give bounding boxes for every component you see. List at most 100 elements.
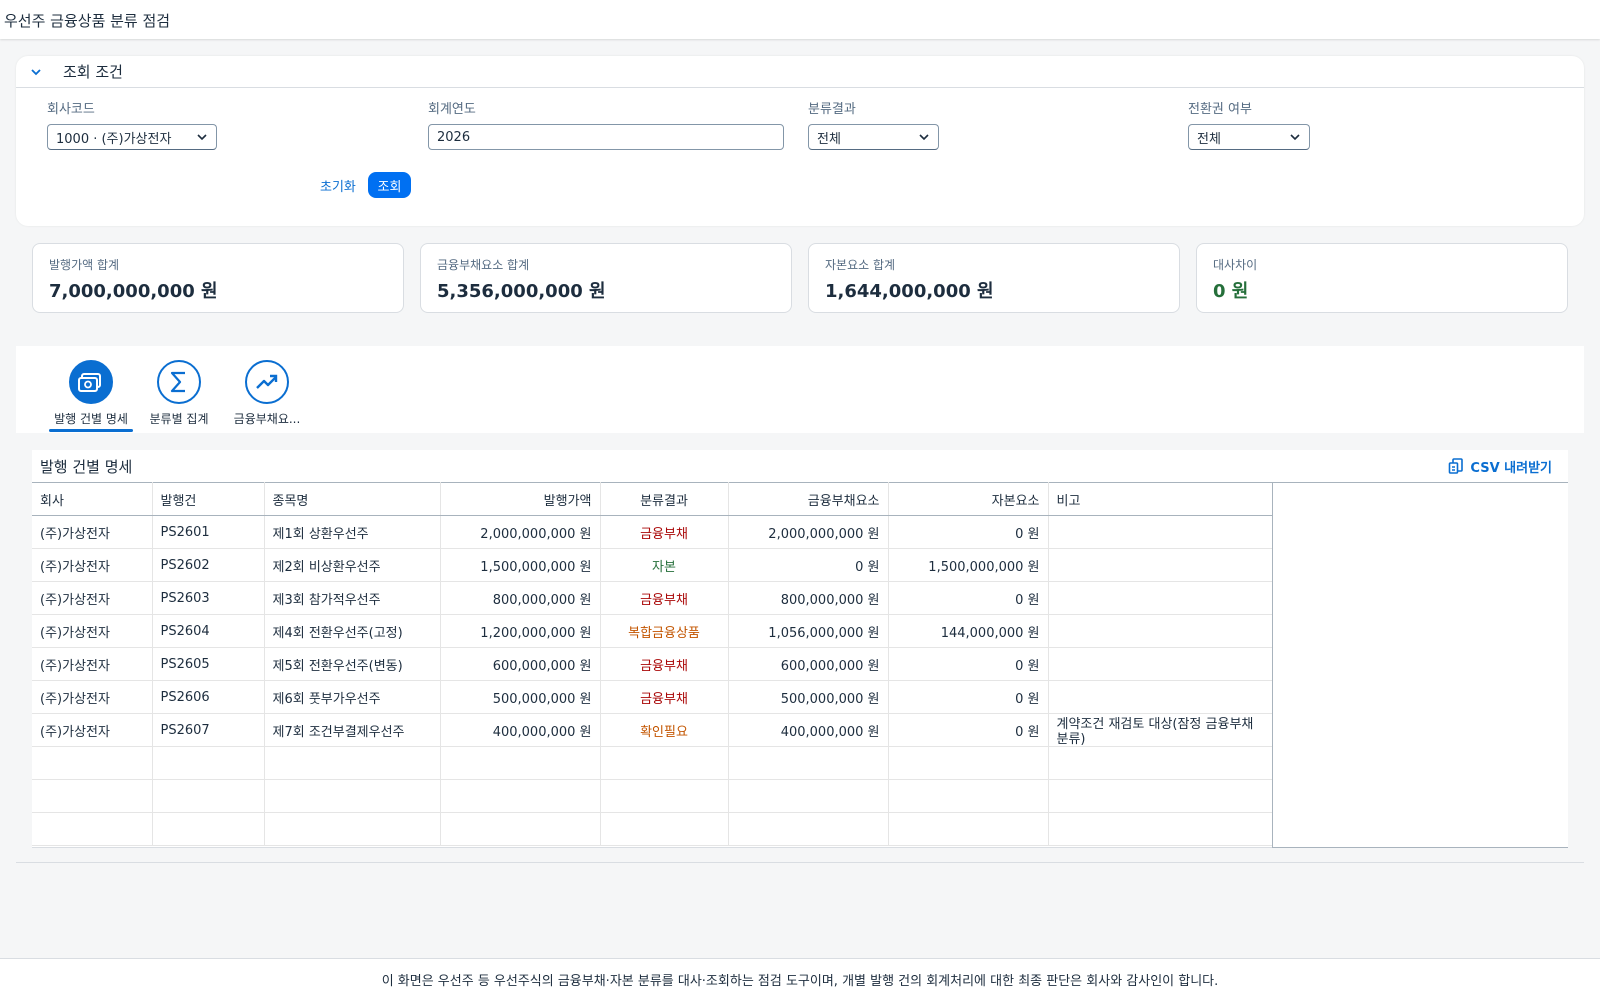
csv-export-icon xyxy=(1449,458,1464,474)
chevron-down-icon[interactable] xyxy=(29,65,43,79)
csv-download-button[interactable]: CSV 내려받기 xyxy=(1448,457,1560,476)
table-toolbar: 발행 건별 명세 CSV 내려받기 xyxy=(32,450,1568,482)
tab-active-indicator xyxy=(49,429,133,432)
cell-classification: 금융부채 xyxy=(600,680,729,714)
cell-name: 제4회 전환우선주(고정) xyxy=(264,614,441,648)
cell-liability: 500,000,000 원 xyxy=(728,680,889,714)
cell-liability: 2,000,000,000 원 xyxy=(728,515,889,549)
shell-header: 우선주 금융상품 분류 점검 xyxy=(0,0,1600,39)
empty-row xyxy=(32,812,1273,846)
cell-company: (주)가상전자 xyxy=(32,680,153,714)
issue-detail-table: 회사 발행건 종목명 발행가액 분류결과 금융부채요소 자본요소 비고 (주)가… xyxy=(32,482,1273,846)
cell-company: (주)가상전자 xyxy=(32,614,153,648)
footer-text: 이 화면은 우선주 등 우선주식의 금융부채·자본 분류를 대사·조회하는 점검… xyxy=(381,974,1219,989)
cell-issue-id: PS2601 xyxy=(152,515,265,549)
column-header[interactable]: 발행가액 xyxy=(440,482,601,516)
table-row[interactable]: (주)가상전자 PS2605 제5회 전환우선주(변동) 600,000,000… xyxy=(32,647,1273,681)
kpi-value: 1,644,000,000 원 xyxy=(825,281,994,302)
filter-panel: 조회 조건 회사코드 1000 · (주)가상전자 회계연도 2026 분류결과… xyxy=(16,56,1584,226)
trend-up-icon xyxy=(245,360,289,404)
chevron-down-icon xyxy=(1290,134,1300,141)
reset-button[interactable]: 초기화 xyxy=(316,172,360,198)
sigma-icon xyxy=(157,360,201,404)
csv-download-label: CSV 내려받기 xyxy=(1470,460,1552,476)
conversion-select[interactable]: 전체 xyxy=(1188,124,1310,150)
cell-note xyxy=(1048,614,1273,648)
table-row[interactable]: (주)가상전자 PS2606 제6회 풋부가우선주 500,000,000 원 … xyxy=(32,680,1273,714)
table-row[interactable]: (주)가상전자 PS2607 제7회 조건부결제우선주 400,000,000 … xyxy=(32,713,1273,747)
column-header[interactable]: 비고 xyxy=(1048,482,1273,516)
cell-equity: 0 원 xyxy=(888,713,1049,747)
company-select[interactable]: 1000 · (주)가상전자 xyxy=(47,124,217,150)
year-label: 회계연도 xyxy=(428,102,476,117)
tab-issue-detail[interactable]: 발행 건별 명세 xyxy=(46,360,136,432)
cell-liability: 800,000,000 원 xyxy=(728,581,889,615)
column-header[interactable]: 회사 xyxy=(32,482,153,516)
tab-label: 발행 건별 명세 xyxy=(54,412,128,426)
icon-tab-bar: 발행 건별 명세 분류별 집계 금융부채요... xyxy=(16,346,1584,433)
cell-name: 제2회 비상환우선주 xyxy=(264,548,441,582)
classification-select[interactable]: 전체 xyxy=(808,124,939,150)
cell-issue-amount: 500,000,000 원 xyxy=(440,680,601,714)
cell-issue-amount: 800,000,000 원 xyxy=(440,581,601,615)
tab-label: 금융부채요... xyxy=(233,412,301,426)
tab-liability-element[interactable]: 금융부채요... xyxy=(222,360,312,427)
year-field: 회계연도 2026 xyxy=(428,98,784,150)
column-header[interactable]: 종목명 xyxy=(264,482,441,516)
kpi-value: 5,356,000,000 원 xyxy=(437,281,606,302)
company-label: 회사코드 xyxy=(47,102,95,117)
kpi-liability-total: 금융부채요소 합계 5,356,000,000 원 xyxy=(420,243,792,313)
table-row[interactable]: (주)가상전자 PS2602 제2회 비상환우선주 1,500,000,000 … xyxy=(32,548,1273,582)
note-text: 계약조건 재검토 대상(잠정 금융부채 분류) xyxy=(1056,717,1254,745)
kpi-label: 자본요소 합계 xyxy=(825,258,896,272)
cell-classification: 금융부채 xyxy=(600,647,729,681)
conversion-label: 전환권 여부 xyxy=(1188,102,1252,117)
cell-equity: 0 원 xyxy=(888,581,1049,615)
cell-issue-amount: 2,000,000,000 원 xyxy=(440,515,601,549)
table-row[interactable]: (주)가상전자 PS2603 제3회 참가적우선주 800,000,000 원 … xyxy=(32,581,1273,615)
classification-select-value: 전체 xyxy=(817,131,841,147)
cell-issue-id: PS2605 xyxy=(152,647,265,681)
footer-disclaimer: 이 화면은 우선주 등 우선주식의 금융부채·자본 분류를 대사·조회하는 점검… xyxy=(0,958,1600,1000)
company-field: 회사코드 1000 · (주)가상전자 xyxy=(47,98,217,150)
year-input[interactable]: 2026 xyxy=(428,124,784,150)
column-header[interactable]: 자본요소 xyxy=(888,482,1049,516)
year-input-value: 2026 xyxy=(437,129,471,145)
cell-note xyxy=(1048,548,1273,582)
cell-issue-id: PS2603 xyxy=(152,581,265,615)
conversion-select-value: 전체 xyxy=(1197,131,1221,147)
cell-classification: 자본 xyxy=(600,548,729,582)
page-title: 우선주 금융상품 분류 점검 xyxy=(4,12,171,30)
column-header[interactable]: 금융부채요소 xyxy=(728,482,889,516)
cell-equity: 0 원 xyxy=(888,647,1049,681)
tab-label: 분류별 집계 xyxy=(149,412,209,426)
search-button[interactable]: 조회 xyxy=(368,172,411,198)
table-row[interactable]: (주)가상전자 PS2601 제1회 상환우선주 2,000,000,000 원… xyxy=(32,515,1273,549)
empty-row xyxy=(32,779,1273,813)
cell-company: (주)가상전자 xyxy=(32,515,153,549)
cell-company: (주)가상전자 xyxy=(32,713,153,747)
cell-liability: 1,056,000,000 원 xyxy=(728,614,889,648)
cell-liability: 0 원 xyxy=(728,548,889,582)
column-header[interactable]: 발행건 xyxy=(152,482,265,516)
company-select-value: 1000 · (주)가상전자 xyxy=(56,131,172,147)
table-body: (주)가상전자 PS2601 제1회 상환우선주 2,000,000,000 원… xyxy=(32,515,1273,846)
kpi-label: 대사차이 xyxy=(1213,258,1258,272)
cell-name: 제1회 상환우선주 xyxy=(264,515,441,549)
filter-header[interactable]: 조회 조건 xyxy=(16,56,1584,88)
cell-equity: 1,500,000,000 원 xyxy=(888,548,1049,582)
table-empty-area xyxy=(1272,482,1568,848)
section-divider xyxy=(16,862,1584,863)
tab-classification-summary[interactable]: 분류별 집계 xyxy=(134,360,224,427)
cell-name: 제6회 풋부가우선주 xyxy=(264,680,441,714)
cell-issue-amount: 600,000,000 원 xyxy=(440,647,601,681)
cell-company: (주)가상전자 xyxy=(32,548,153,582)
cell-note xyxy=(1048,680,1273,714)
kpi-issue-total: 발행가액 합계 7,000,000,000 원 xyxy=(32,243,404,313)
kpi-value: 7,000,000,000 원 xyxy=(49,281,218,302)
cell-name: 제3회 참가적우선주 xyxy=(264,581,441,615)
table-row[interactable]: (주)가상전자 PS2604 제4회 전환우선주(고정) 1,200,000,0… xyxy=(32,614,1273,648)
cell-liability: 400,000,000 원 xyxy=(728,713,889,747)
empty-row xyxy=(32,746,1273,780)
column-header[interactable]: 분류결과 xyxy=(600,482,729,516)
